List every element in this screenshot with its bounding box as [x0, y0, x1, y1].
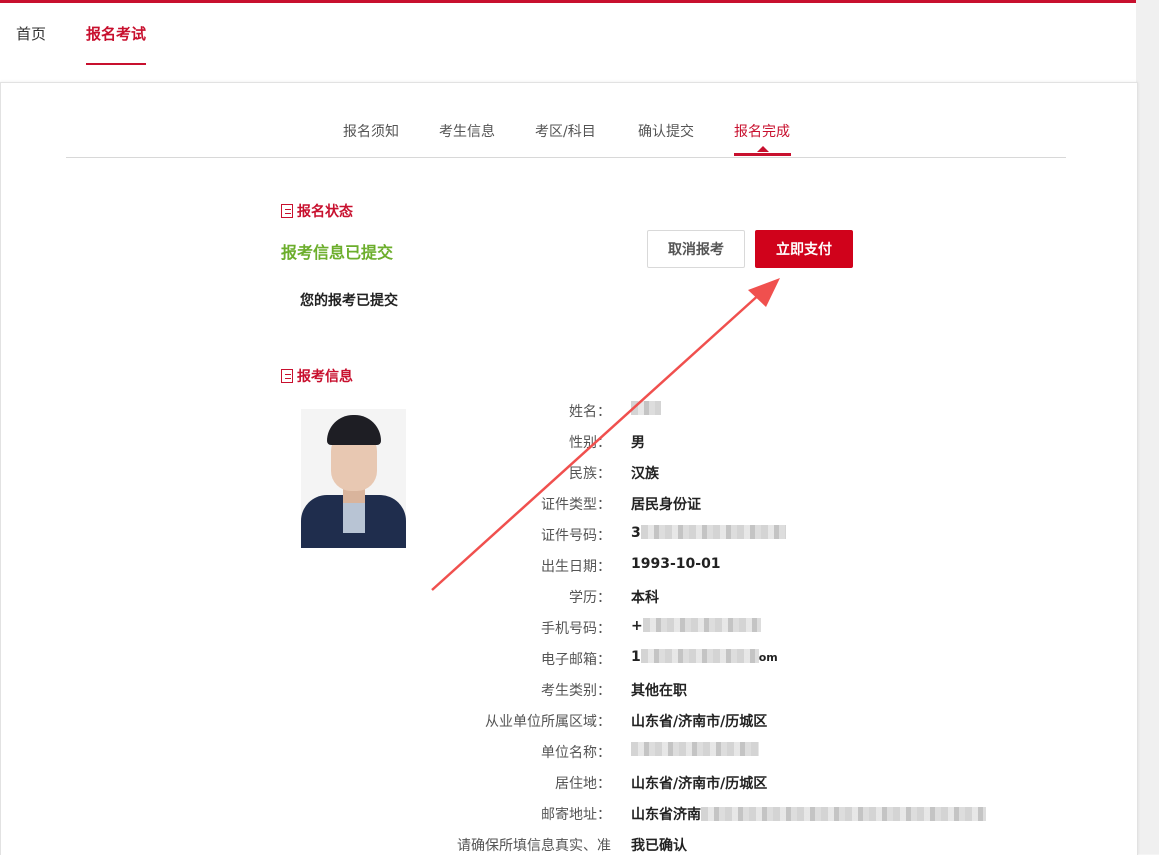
field-value-text: 本科: [631, 590, 659, 606]
field-value-text: +: [631, 618, 643, 634]
field-value: 1 om: [631, 649, 778, 665]
redacted-value: [640, 525, 786, 539]
step-active-indicator: [734, 153, 791, 156]
status-section-title: 报名状态: [281, 201, 353, 221]
field-label: 考生类别：: [541, 683, 611, 699]
field-value-text: 我已确认: [631, 838, 687, 854]
nav-home[interactable]: 首页: [16, 23, 46, 44]
cancel-registration-button[interactable]: 取消报考: [647, 230, 745, 268]
field-value: [631, 742, 759, 758]
field-value-text: 1: [631, 649, 641, 665]
field-value: 男: [631, 432, 645, 452]
step-notice[interactable]: 报名须知: [343, 121, 399, 141]
redacted-value: [701, 807, 986, 821]
field-value: 我已确认: [631, 835, 687, 855]
nav-active-indicator: [86, 63, 146, 65]
step-candidate-info[interactable]: 考生信息: [439, 121, 495, 141]
field-label: 姓名：: [569, 404, 611, 420]
step-complete[interactable]: 报名完成: [734, 121, 790, 141]
field-value: 1993-10-01: [631, 556, 721, 572]
top-navigation: 首页 报名考试: [0, 0, 1136, 83]
field-value: 本科: [631, 587, 659, 607]
field-label: 电子邮箱：: [541, 652, 611, 668]
field-label: 证件号码：: [541, 528, 611, 544]
field-label: 学历：: [569, 590, 611, 606]
field-value: [631, 401, 661, 417]
field-label: 出生日期：: [541, 559, 611, 575]
field-value-text: 男: [631, 435, 645, 451]
field-value-text: 山东省济南: [631, 807, 701, 823]
step-confirm-submit[interactable]: 确认提交: [638, 121, 694, 141]
field-label: 性别：: [569, 435, 611, 451]
field-value-text: 山东省/济南市/历城区: [631, 714, 768, 730]
steps-divider: [66, 157, 1066, 158]
field-label: 证件类型：: [541, 497, 611, 513]
pay-now-button[interactable]: 立即支付: [755, 230, 853, 268]
field-value-text: 汉族: [631, 466, 659, 482]
nav-exam-registration[interactable]: 报名考试: [86, 23, 146, 44]
field-value: 山东省/济南市/历城区: [631, 711, 767, 731]
status-section-title-text: 报名状态: [297, 204, 353, 220]
field-value: 山东省济南: [631, 804, 986, 824]
redacted-value: [640, 649, 759, 663]
step-area-subject[interactable]: 考区/科目: [535, 121, 596, 141]
field-value-text: 3: [631, 525, 641, 541]
info-section-title-text: 报考信息: [297, 369, 353, 385]
field-label: 请确保所填信息真实、准: [457, 838, 611, 854]
info-section-title: 报考信息: [281, 366, 353, 386]
field-value: 山东省/济南市/历城区: [631, 773, 767, 793]
redacted-value: [642, 618, 761, 632]
field-value-text: 山东省/济南市/历城区: [631, 776, 768, 792]
field-label: 民族：: [569, 466, 611, 482]
submitted-message: 您的报考已提交: [300, 293, 398, 309]
field-label: 邮寄地址：: [541, 807, 611, 823]
field-label: 单位名称：: [541, 745, 611, 761]
section-doc-icon: [281, 369, 293, 383]
field-value-text: 居民身份证: [631, 497, 701, 513]
field-value: 3: [631, 525, 786, 541]
field-label: 居住地：: [555, 776, 611, 792]
candidate-photo: [301, 409, 406, 548]
field-value-text: 其他在职: [631, 683, 687, 699]
status-text: 报考信息已提交: [281, 243, 394, 262]
page-edge: [1136, 0, 1159, 854]
field-label: 从业单位所属区域：: [485, 714, 611, 730]
redacted-value: [631, 742, 759, 756]
field-value: 汉族: [631, 463, 659, 483]
field-value: +: [631, 618, 761, 634]
field-value: 居民身份证: [631, 494, 701, 514]
registration-card: 报名须知 考生信息 考区/科目 确认提交 报名完成 报名状态 报考信息已提交 取…: [0, 82, 1138, 855]
redacted-value: [631, 401, 661, 415]
step-caret-icon: [757, 146, 769, 152]
field-value-text: 1993-10-01: [631, 556, 721, 572]
section-doc-icon: [281, 204, 293, 218]
field-value: 其他在职: [631, 680, 687, 700]
field-label: 手机号码：: [541, 621, 611, 637]
